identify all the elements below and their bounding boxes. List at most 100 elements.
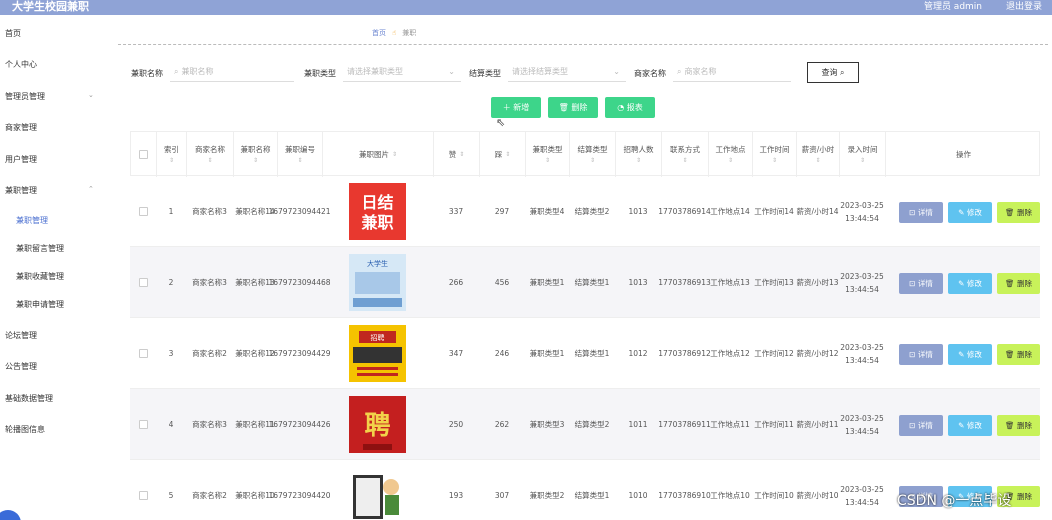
- delete-label: 删除: [1016, 208, 1032, 217]
- detail-button[interactable]: ⊡ 详情: [899, 273, 943, 294]
- cell-no: 1679723094426: [268, 420, 331, 429]
- cell-type: 兼职类型3: [529, 420, 565, 429]
- delete-label: 删除: [1016, 279, 1032, 288]
- job-type-select[interactable]: 请选择兼职类型 ⌄: [343, 62, 461, 82]
- trash-icon: 🗑: [1005, 208, 1017, 217]
- edit-button[interactable]: ✎ 修改: [948, 273, 992, 294]
- edit-icon: ✎: [958, 350, 967, 359]
- trash-icon: 🗑: [558, 103, 569, 112]
- cell-type: 兼职类型2: [529, 491, 565, 500]
- col-up[interactable]: 赞 ⇕: [434, 132, 480, 177]
- sidebar-item-shops[interactable]: 商家管理: [5, 122, 37, 133]
- sort-icon: ⇕: [682, 156, 688, 164]
- col-name[interactable]: 兼职名称 ⇕: [234, 132, 278, 177]
- col-no[interactable]: 兼职编号 ⇕: [278, 132, 323, 177]
- chevron-down-icon: ⌄: [613, 67, 620, 76]
- cell-type: 兼职类型1: [529, 278, 565, 287]
- breadcrumb-home[interactable]: 首页: [372, 29, 386, 37]
- detail-button[interactable]: ⊡ 详情: [899, 415, 943, 436]
- row-checkbox[interactable]: [138, 278, 148, 287]
- chevron-down-icon: ⌄: [88, 91, 94, 99]
- delete-button[interactable]: 🗑 删除: [997, 344, 1040, 365]
- sidebar-subitem-job-messages[interactable]: 兼职留言管理: [16, 243, 64, 254]
- row-checkbox[interactable]: [138, 349, 148, 358]
- batch-delete-button[interactable]: 🗑 删除: [548, 97, 598, 118]
- cell-place: 工作地点10: [710, 491, 750, 500]
- cell-idx: 4: [168, 420, 174, 429]
- sidebar-subitem-job-manage[interactable]: 兼职管理: [16, 215, 48, 226]
- sidebar-item-notice[interactable]: 公告管理: [5, 361, 37, 372]
- sort-icon: ⇕: [207, 156, 213, 164]
- chevron-down-icon: ⌄: [448, 67, 455, 76]
- settle-type-placeholder: 请选择结算类型: [512, 67, 568, 76]
- edit-button[interactable]: ✎ 修改: [948, 344, 992, 365]
- shop-name-input[interactable]: ⌕ 商家名称: [673, 62, 791, 82]
- col-actions: 操作: [956, 150, 971, 159]
- current-user: 管理员 admin: [923, 2, 982, 12]
- delete-button[interactable]: 🗑 删除: [997, 202, 1040, 223]
- col-index[interactable]: 索引 ⇕: [157, 132, 187, 177]
- sidebar-item-jobs[interactable]: 兼职管理: [5, 185, 37, 196]
- cell-settle: 结算类型2: [574, 420, 610, 429]
- col-image[interactable]: 兼职图片 ⇕: [323, 132, 434, 177]
- delete-button[interactable]: 🗑 删除: [997, 273, 1040, 294]
- job-type-placeholder: 请选择兼职类型: [347, 67, 403, 76]
- row-checkbox[interactable]: [138, 207, 148, 216]
- select-all-checkbox[interactable]: [139, 150, 148, 159]
- sort-icon: ⇕: [505, 151, 511, 158]
- col-pay[interactable]: 薪资/小时 ⇕: [797, 132, 840, 177]
- edit-button[interactable]: ✎ 修改: [948, 415, 992, 436]
- col-down[interactable]: 踩 ⇕: [480, 132, 526, 177]
- svg-text:招聘: 招聘: [371, 333, 385, 342]
- logout-link[interactable]: 退出登录: [1006, 0, 1042, 14]
- detail-button[interactable]: ⊡ 详情: [899, 202, 943, 223]
- cell-phone: 17703786914: [658, 207, 711, 216]
- cell-shop: 商家名称2: [192, 349, 227, 358]
- col-time[interactable]: 工作时间 ⇕: [753, 132, 797, 177]
- detail-button[interactable]: ⊡ 详情: [899, 344, 943, 365]
- delete-button[interactable]: 🗑 删除: [997, 415, 1040, 436]
- job-name-input[interactable]: ⌕ 兼职名称: [170, 62, 294, 82]
- report-button[interactable]: ◔ 报表: [605, 97, 655, 118]
- sidebar-subitem-job-favorites[interactable]: 兼职收藏管理: [16, 271, 64, 282]
- cell-time: 工作时间14: [754, 207, 794, 216]
- edit-label: 修改: [966, 208, 982, 217]
- col-phone[interactable]: 联系方式 ⇕: [662, 132, 709, 177]
- cell-time: 工作时间12: [754, 349, 794, 358]
- filter-shop-label: 商家名称: [634, 69, 666, 78]
- sidebar-subitem-job-applications[interactable]: 兼职申请管理: [16, 299, 64, 310]
- row-checkbox[interactable]: [138, 491, 148, 500]
- sidebar-item-users[interactable]: 用户管理: [5, 154, 37, 165]
- detail-label: 详情: [917, 421, 933, 430]
- job-image: 招聘: [322, 318, 433, 389]
- cell-shop: 商家名称3: [192, 207, 227, 216]
- sidebar-item-admin[interactable]: 管理员管理: [5, 91, 45, 102]
- sidebar-item-basedata[interactable]: 基础数据管理: [5, 393, 53, 404]
- add-button[interactable]: ＋ 新增: [491, 97, 541, 118]
- col-type[interactable]: 兼职类型 ⇕: [526, 132, 570, 177]
- table-row: 4 商家名称3 兼职名称11 1679723094426 聘 250 262 兼职类型3 结算类…: [130, 389, 1040, 460]
- edit-button[interactable]: ✎ 修改: [948, 202, 992, 223]
- col-place[interactable]: 工作地点 ⇕: [709, 132, 753, 177]
- settle-type-select[interactable]: 请选择结算类型 ⌄: [508, 62, 626, 82]
- shop-name-placeholder: 商家名称: [684, 67, 717, 76]
- search-icon: ⌕: [677, 67, 682, 76]
- sidebar-item-carousel[interactable]: 轮播图信息: [5, 424, 45, 435]
- delete-label: 删除: [1016, 492, 1032, 501]
- col-settle[interactable]: 结算类型 ⇕: [570, 132, 616, 177]
- col-shop[interactable]: 商家名称 ⇕: [187, 132, 234, 177]
- query-button[interactable]: 查询 ⌕: [807, 62, 859, 83]
- detail-label: 详情: [917, 279, 933, 288]
- col-count[interactable]: 招聘人数 ⇕: [616, 132, 662, 177]
- sidebar-item-forum[interactable]: 论坛管理: [5, 330, 37, 341]
- table-row: 3 商家名称2 兼职名称12 1679723094429 招聘 347 246 兼职类型1 结算…: [130, 318, 1040, 389]
- delete-label: 删除: [571, 103, 588, 112]
- row-select-cell: [130, 389, 156, 460]
- sidebar-item-home[interactable]: 首页: [5, 28, 21, 39]
- col-date[interactable]: 录入时间 ⇕: [840, 132, 886, 177]
- row-checkbox[interactable]: [138, 420, 148, 429]
- sidebar-item-profile[interactable]: 个人中心: [5, 59, 37, 70]
- search-icon: ⌕: [174, 67, 179, 76]
- trash-icon: 🗑: [1005, 421, 1017, 430]
- svg-text:兼职: 兼职: [361, 213, 393, 232]
